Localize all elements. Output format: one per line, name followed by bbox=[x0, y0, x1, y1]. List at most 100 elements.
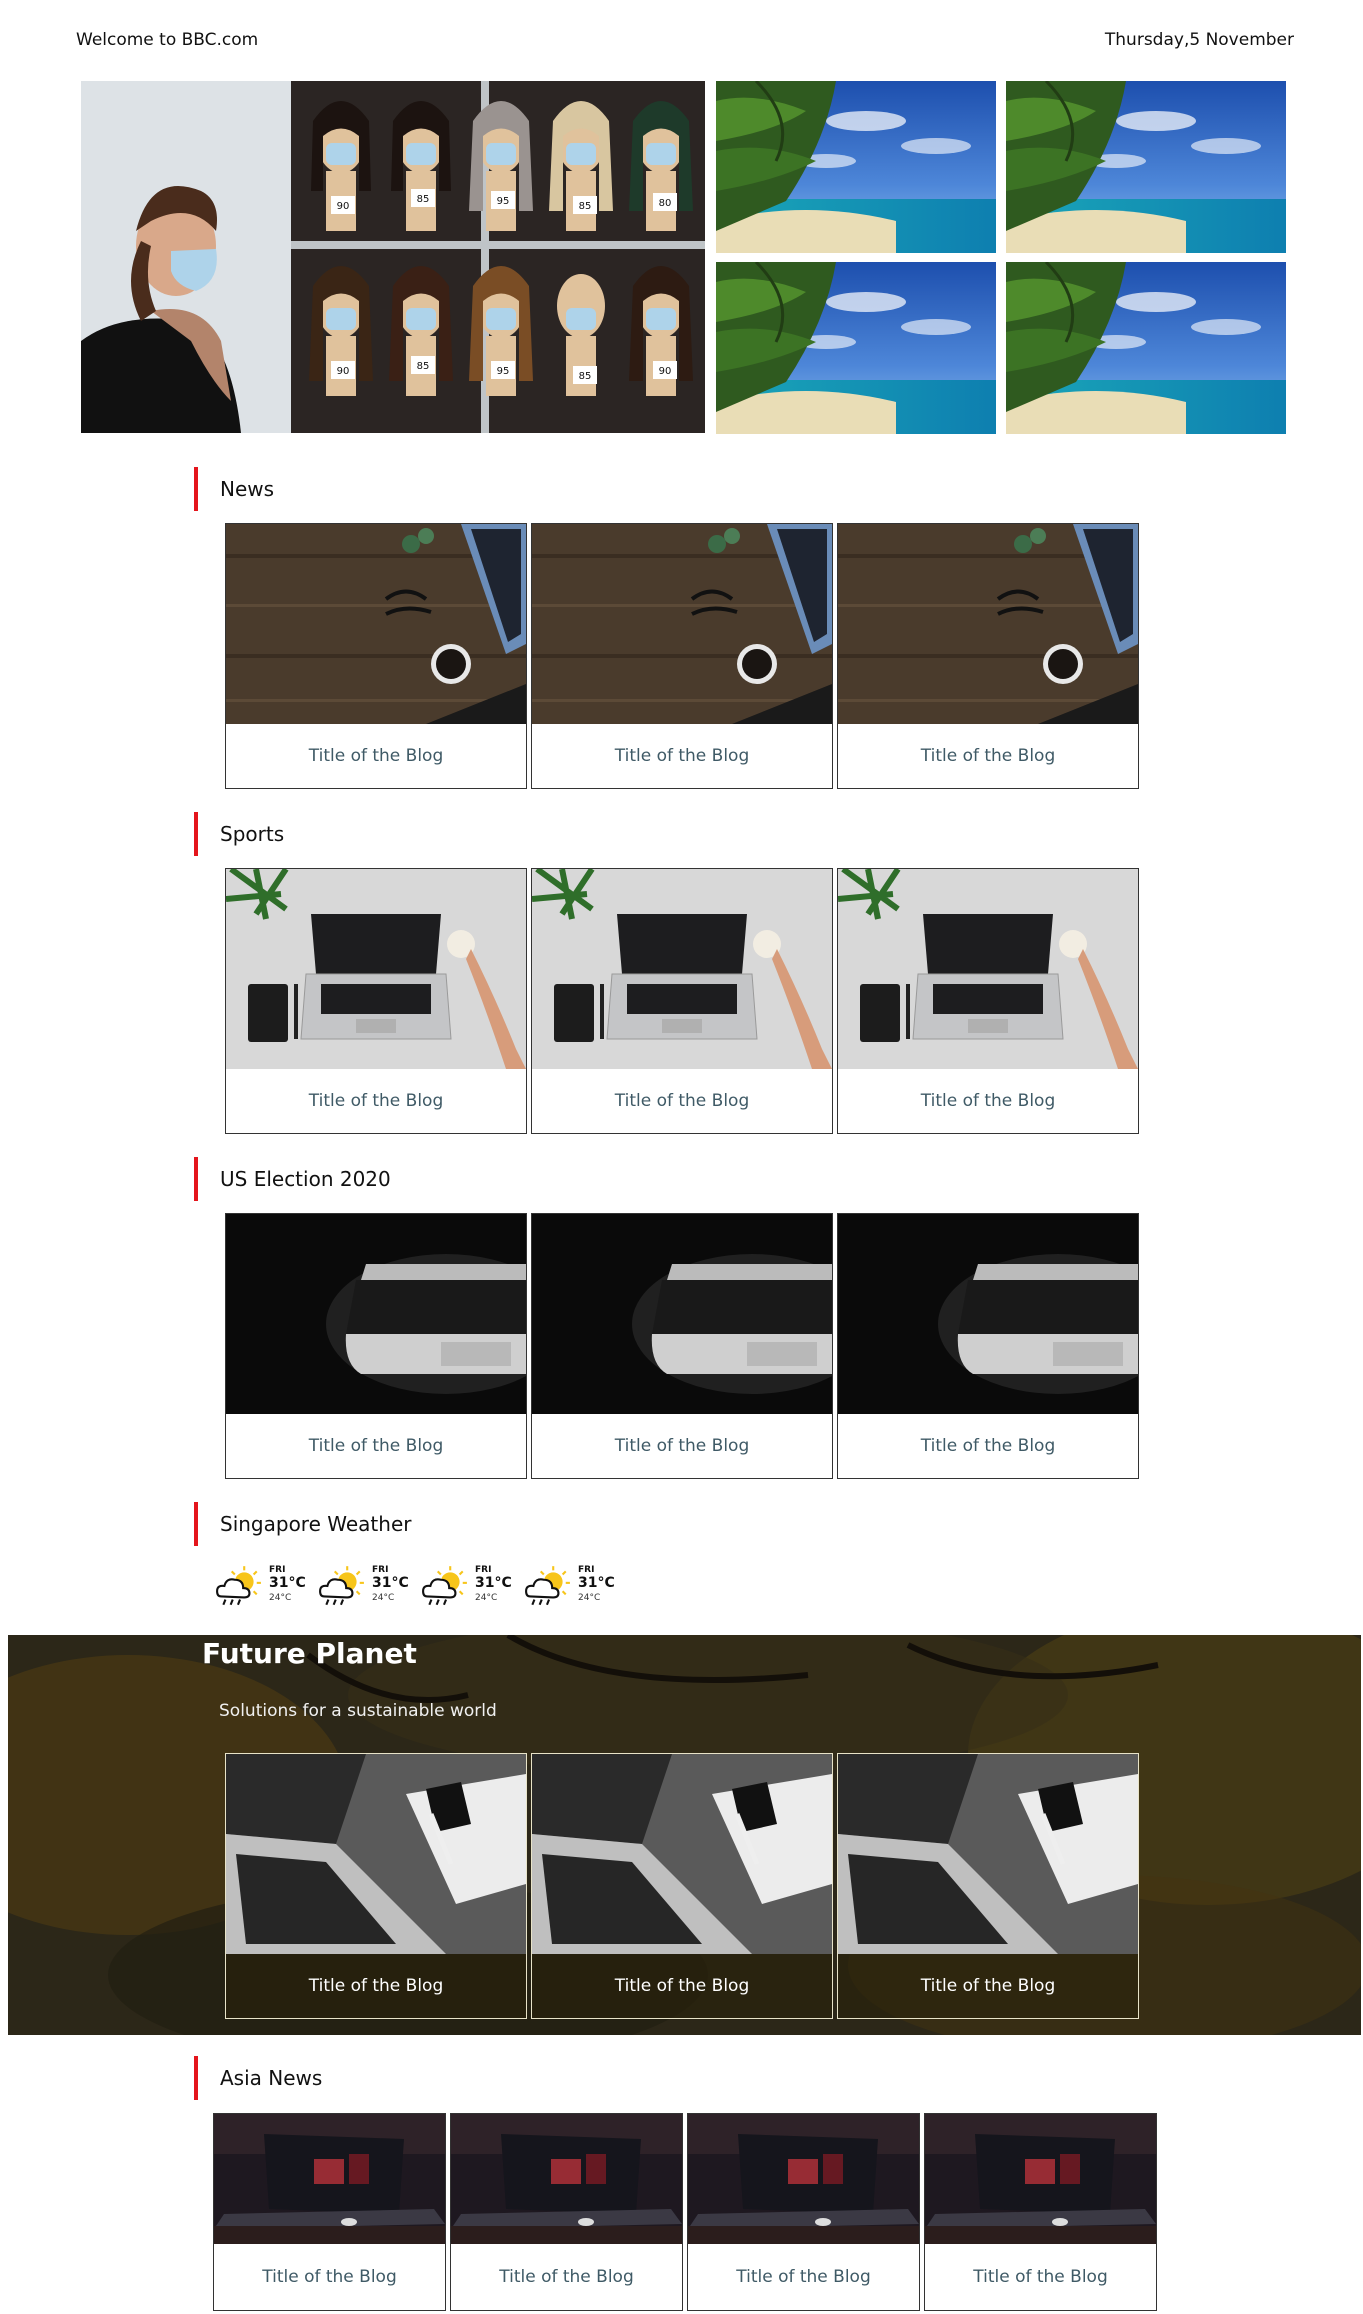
blog-card[interactable]: Title of the Blog bbox=[213, 2113, 446, 2311]
weather-high: 31°C bbox=[475, 1575, 512, 1591]
hero-beach-tile[interactable] bbox=[716, 262, 996, 434]
future-planet-title: Future Planet bbox=[202, 1637, 417, 1670]
future-planet-cards: Title of the Blog Title of the Blog Titl… bbox=[225, 1753, 1143, 2019]
desk-photo bbox=[838, 524, 1138, 724]
weather-day-label: FRI bbox=[269, 1565, 286, 1575]
blog-card[interactable]: Title of the Blog bbox=[531, 868, 833, 1134]
laptop-notebook-photo bbox=[226, 1754, 526, 1954]
beach-photo bbox=[1006, 262, 1286, 434]
weather-high: 31°C bbox=[269, 1575, 306, 1591]
blog-card[interactable]: Title of the Blog bbox=[837, 1213, 1139, 1479]
blog-card-title[interactable]: Title of the Blog bbox=[838, 724, 1138, 788]
price-tag: 90 bbox=[659, 366, 672, 377]
blog-card[interactable]: Title of the Blog bbox=[225, 1213, 527, 1479]
hero-beach-tile[interactable] bbox=[1006, 81, 1286, 253]
weather-low: 24°C bbox=[269, 1593, 292, 1603]
blog-card-title[interactable]: Title of the Blog bbox=[532, 1954, 832, 2018]
weather-day: FRI 31°C 24°C bbox=[215, 1563, 315, 1609]
future-planet-subtitle: Solutions for a sustainable world bbox=[219, 1701, 497, 1721]
blog-card[interactable]: Title of the Blog bbox=[531, 1213, 833, 1479]
date-text: Thursday,5 November bbox=[1104, 30, 1294, 50]
laptop-photo bbox=[838, 869, 1138, 1069]
section-asia-header: Asia News bbox=[194, 2056, 994, 2100]
blog-card-title[interactable]: Title of the Blog bbox=[838, 1954, 1138, 2018]
blog-card-title[interactable]: Title of the Blog bbox=[688, 2244, 919, 2310]
blog-card-title[interactable]: Title of the Blog bbox=[532, 724, 832, 788]
news-cards: Title of the Blog Title of the Blog Titl… bbox=[225, 523, 1143, 789]
accent-bar bbox=[194, 812, 198, 856]
blog-card[interactable]: Title of the Blog bbox=[837, 868, 1139, 1134]
blog-card[interactable]: Title of the Blog bbox=[450, 2113, 683, 2311]
section-title: Sports bbox=[220, 822, 285, 846]
hero-main-image[interactable]: 90 85 95 85 80 90 85 95 85 90 bbox=[81, 81, 705, 433]
beach-photo bbox=[716, 81, 996, 253]
desk-photo bbox=[226, 524, 526, 724]
price-tag: 90 bbox=[337, 366, 350, 377]
laptop-notebook-photo bbox=[838, 1754, 1138, 1954]
price-tag: 95 bbox=[497, 366, 510, 377]
election-cards: Title of the Blog Title of the Blog Titl… bbox=[225, 1213, 1143, 1479]
weather-forecast: FRI 31°C 24°C FRI 31°C 24°C FRI 31°C 24°… bbox=[215, 1563, 635, 1609]
cloud-sun-rain-icon bbox=[215, 1565, 263, 1607]
blog-card-title[interactable]: Title of the Blog bbox=[925, 2244, 1156, 2310]
weather-day: FRI 31°C 24°C bbox=[421, 1563, 521, 1609]
beach-photo bbox=[1006, 81, 1286, 253]
cloud-sun-rain-icon bbox=[421, 1565, 469, 1607]
blog-card-title[interactable]: Title of the Blog bbox=[226, 1414, 526, 1478]
laptop-night-photo bbox=[214, 2114, 445, 2244]
price-tag: 90 bbox=[337, 201, 350, 212]
blog-card-title[interactable]: Title of the Blog bbox=[838, 1069, 1138, 1133]
laptop-night-photo bbox=[451, 2114, 682, 2244]
blog-card[interactable]: Title of the Blog bbox=[225, 523, 527, 789]
section-title: News bbox=[220, 477, 275, 501]
hero-mannequins-photo: 90 85 95 85 80 90 85 95 85 90 bbox=[81, 81, 705, 433]
beach-photo bbox=[716, 262, 996, 434]
accent-bar bbox=[194, 1157, 198, 1201]
blog-card[interactable]: Title of the Blog bbox=[225, 1753, 527, 2019]
top-bar: Welcome to BBC.com Thursday,5 November bbox=[76, 30, 1294, 56]
blog-card-title[interactable]: Title of the Blog bbox=[532, 1414, 832, 1478]
blog-card-title[interactable]: Title of the Blog bbox=[532, 1069, 832, 1133]
section-weather-header: Singapore Weather bbox=[194, 1502, 994, 1546]
blog-card[interactable]: Title of the Blog bbox=[837, 523, 1139, 789]
accent-bar bbox=[194, 2056, 198, 2100]
desk-photo bbox=[532, 524, 832, 724]
accent-bar bbox=[194, 1502, 198, 1546]
sports-cards: Title of the Blog Title of the Blog Titl… bbox=[225, 868, 1143, 1134]
laptop-photo bbox=[532, 869, 832, 1069]
weather-high: 31°C bbox=[372, 1575, 409, 1591]
blog-card[interactable]: Title of the Blog bbox=[837, 1753, 1139, 2019]
weather-low: 24°C bbox=[578, 1593, 601, 1603]
blog-card[interactable]: Title of the Blog bbox=[225, 868, 527, 1134]
section-election-header: US Election 2020 bbox=[194, 1157, 994, 1201]
blog-card[interactable]: Title of the Blog bbox=[531, 1753, 833, 2019]
weather-low: 24°C bbox=[372, 1593, 395, 1603]
laptop-notebook-photo bbox=[532, 1754, 832, 1954]
blog-card-title[interactable]: Title of the Blog bbox=[226, 1954, 526, 2018]
weather-low: 24°C bbox=[475, 1593, 498, 1603]
blog-card[interactable]: Title of the Blog bbox=[687, 2113, 920, 2311]
cloud-sun-rain-icon bbox=[524, 1565, 572, 1607]
blog-card-title[interactable]: Title of the Blog bbox=[226, 724, 526, 788]
price-tag: 85 bbox=[417, 361, 430, 372]
blog-card-title[interactable]: Title of the Blog bbox=[451, 2244, 682, 2310]
asia-cards: Title of the Blog Title of the Blog Titl… bbox=[213, 2113, 1157, 2311]
section-title: US Election 2020 bbox=[220, 1167, 391, 1191]
blog-card-title[interactable]: Title of the Blog bbox=[838, 1414, 1138, 1478]
weather-day: FRI 31°C 24°C bbox=[318, 1563, 418, 1609]
price-tag: 85 bbox=[579, 201, 592, 212]
weather-day: FRI 31°C 24°C bbox=[524, 1563, 624, 1609]
blog-card[interactable]: Title of the Blog bbox=[924, 2113, 1157, 2311]
cloud-sun-rain-icon bbox=[318, 1565, 366, 1607]
hero-gallery: 90 85 95 85 80 90 85 95 85 90 bbox=[81, 81, 1287, 435]
blog-card-title[interactable]: Title of the Blog bbox=[214, 2244, 445, 2310]
weather-day-label: FRI bbox=[372, 1565, 389, 1575]
section-sports-header: Sports bbox=[194, 812, 994, 856]
future-planet-section: Title of the Blog Title of the Blog Titl… bbox=[8, 1635, 1361, 2035]
hero-beach-tile[interactable] bbox=[1006, 262, 1286, 434]
weather-high: 31°C bbox=[578, 1575, 615, 1591]
blog-card-title[interactable]: Title of the Blog bbox=[226, 1069, 526, 1133]
blog-card[interactable]: Title of the Blog bbox=[531, 523, 833, 789]
hero-beach-tile[interactable] bbox=[716, 81, 996, 253]
section-news-header: News bbox=[194, 467, 994, 511]
